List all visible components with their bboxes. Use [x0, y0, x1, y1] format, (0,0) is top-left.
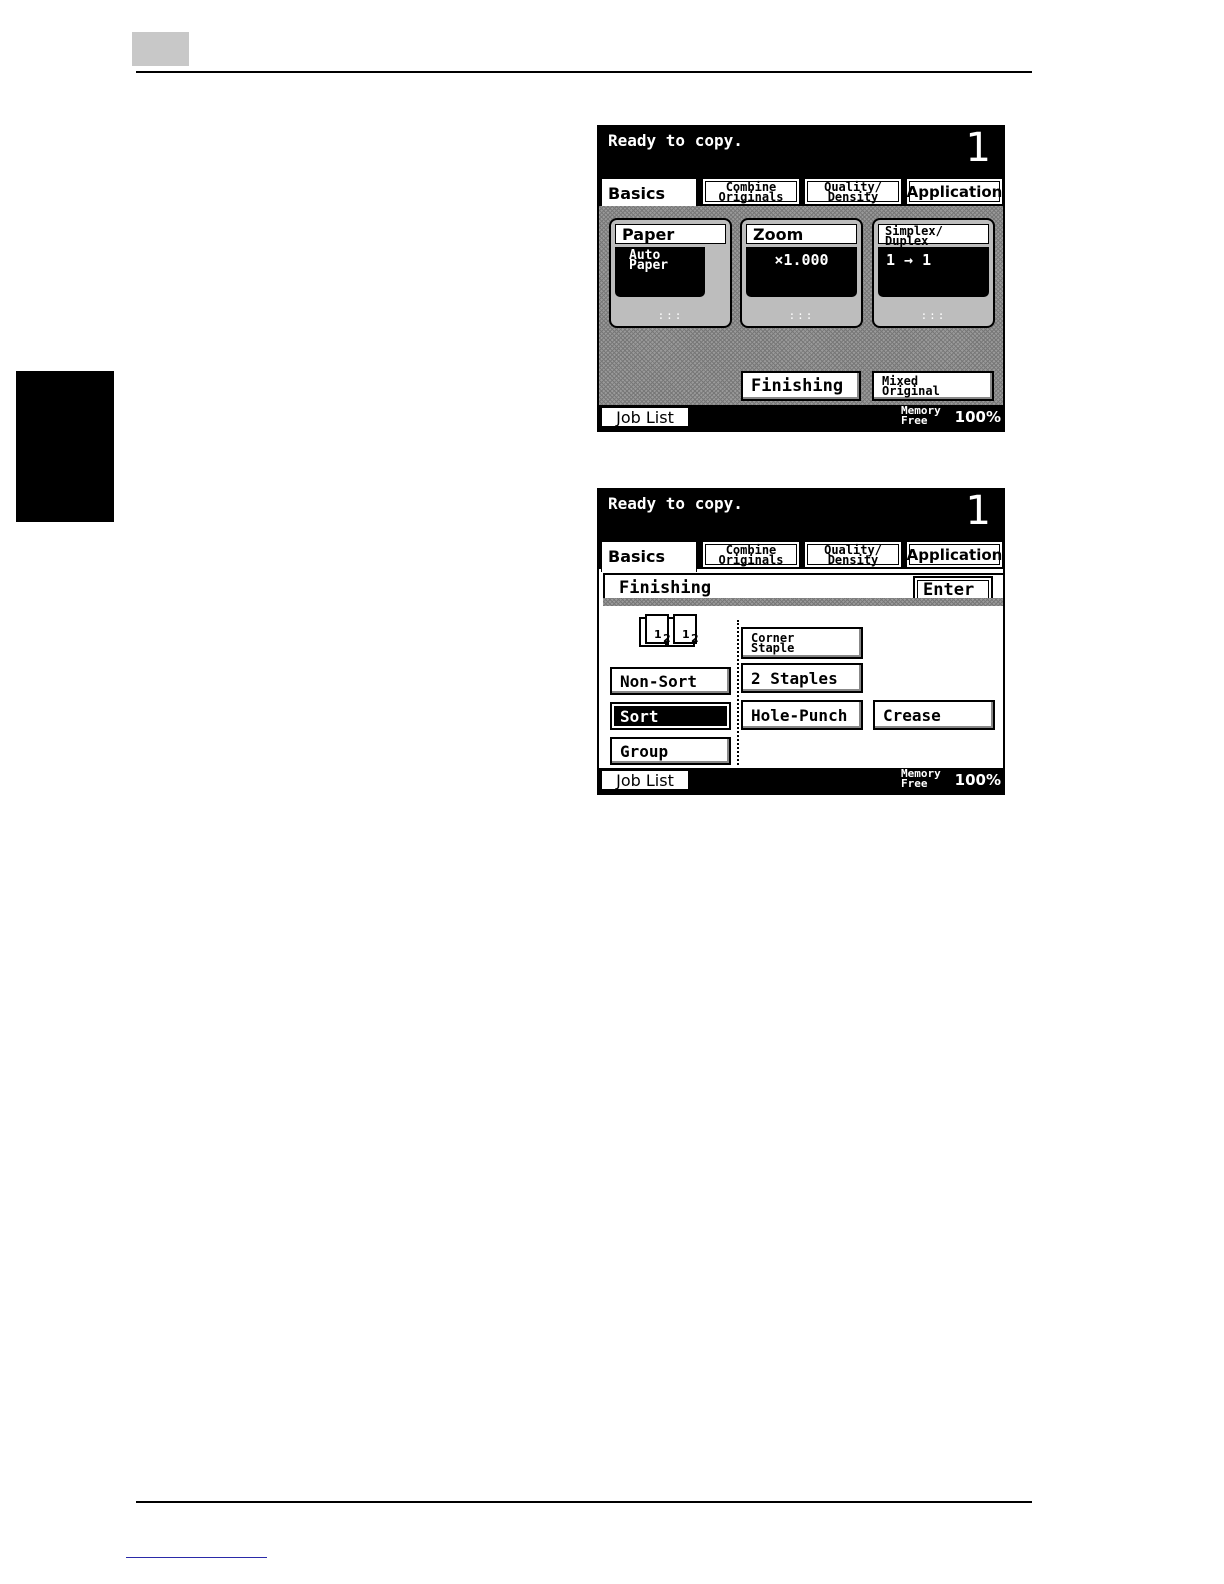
simplex-duplex-value: 1 → 1 — [878, 247, 989, 297]
icon-digit: 1 — [654, 628, 662, 641]
sort-button[interactable]: Sort — [610, 702, 731, 730]
icon-digit: 2 — [691, 632, 699, 645]
basics-panel: Paper Auto Paper ::: Zoom ×1.000 ::: Sim… — [599, 206, 1003, 406]
status-message: Ready to copy. — [608, 494, 743, 513]
tab-application[interactable]: Application — [906, 178, 1003, 205]
memory-label: Memory Free — [901, 767, 941, 790]
status-message: Ready to copy. — [608, 131, 743, 150]
footer-rule — [136, 1501, 1032, 1503]
tab-label: Combine Originals — [718, 542, 784, 567]
zoom-card[interactable]: Zoom ×1.000 ::: — [740, 218, 863, 328]
simplex-duplex-label: Simplex/ Duplex — [878, 224, 989, 247]
simplex-duplex-card[interactable]: Simplex/ Duplex 1 → 1 ::: — [872, 218, 995, 328]
paper-card[interactable]: Paper Auto Paper ::: — [609, 218, 732, 328]
sort-output-icon: 1 2 1 2 — [639, 614, 699, 647]
tab-combine-originals[interactable]: Combine Originals — [702, 541, 800, 568]
tab-combine-originals[interactable]: Combine Originals — [702, 178, 800, 205]
tab-quality-density[interactable]: Quality/ Density — [804, 178, 902, 205]
non-sort-button[interactable]: Non-Sort — [610, 667, 731, 695]
zoom-value: ×1.000 — [746, 247, 857, 297]
zoom-more-dots: ::: — [788, 309, 815, 322]
header-rule — [136, 71, 1032, 73]
mixed-original-button[interactable]: Mixed Original — [872, 371, 994, 401]
memory-label: Memory Free — [901, 404, 941, 427]
finishing-title: Finishing — [619, 578, 712, 598]
finishing-button[interactable]: Finishing — [741, 371, 861, 401]
status-bar: Ready to copy. 1 — [599, 490, 1003, 539]
tab-application[interactable]: Application — [906, 541, 1003, 568]
tab-label: Combine Originals — [718, 179, 784, 204]
hole-punch-button[interactable]: Hole-Punch — [741, 700, 863, 730]
corner-staple-button[interactable]: Corner Staple — [741, 627, 863, 659]
tab-basics[interactable]: Basics — [601, 178, 697, 209]
mixed-original-label: Mixed Original — [882, 374, 940, 398]
footer-bar: Job List Memory Free 100% — [599, 405, 1003, 430]
tab-label: Quality/ Density — [824, 542, 882, 567]
icon-digit: 2 — [663, 632, 671, 645]
zoom-label: Zoom — [746, 224, 857, 244]
icon-digit: 1 — [682, 628, 690, 641]
column-divider — [737, 620, 739, 765]
header-stripe — [603, 598, 1003, 606]
tab-bar: Basics Combine Originals Quality/ Densit… — [599, 176, 1003, 209]
two-staples-button[interactable]: 2 Staples — [741, 663, 863, 693]
status-bar: Ready to copy. 1 — [599, 127, 1003, 176]
chapter-side-tab — [16, 371, 114, 522]
copy-count: 1 — [965, 488, 991, 534]
job-list-button[interactable]: Job List — [601, 407, 689, 427]
memory-value: 100% — [954, 408, 1001, 426]
memory-value: 100% — [954, 771, 1001, 789]
basics-screen: Ready to copy. 1 Basics Combine Original… — [597, 125, 1005, 432]
paper-value: Auto Paper — [615, 247, 705, 297]
simplex-duplex-more-dots: ::: — [920, 309, 947, 322]
corner-staple-label: Corner Staple — [751, 631, 795, 655]
footer-link — [126, 1557, 267, 1558]
tab-label: Quality/ Density — [824, 179, 882, 204]
tab-basics[interactable]: Basics — [601, 541, 697, 572]
footer-bar: Job List Memory Free 100% — [599, 768, 1003, 793]
tab-quality-density[interactable]: Quality/ Density — [804, 541, 902, 568]
copy-count: 1 — [965, 125, 991, 171]
paper-label: Paper — [615, 224, 726, 244]
paper-more-dots: ::: — [657, 309, 684, 322]
tab-bar: Basics Combine Originals Quality/ Densit… — [599, 539, 1003, 572]
finishing-screen: Ready to copy. 1 Basics Combine Original… — [597, 488, 1005, 795]
job-list-button[interactable]: Job List — [601, 770, 689, 790]
group-button[interactable]: Group — [610, 737, 731, 765]
crease-button[interactable]: Crease — [873, 700, 995, 730]
chapter-number-box — [132, 32, 189, 66]
